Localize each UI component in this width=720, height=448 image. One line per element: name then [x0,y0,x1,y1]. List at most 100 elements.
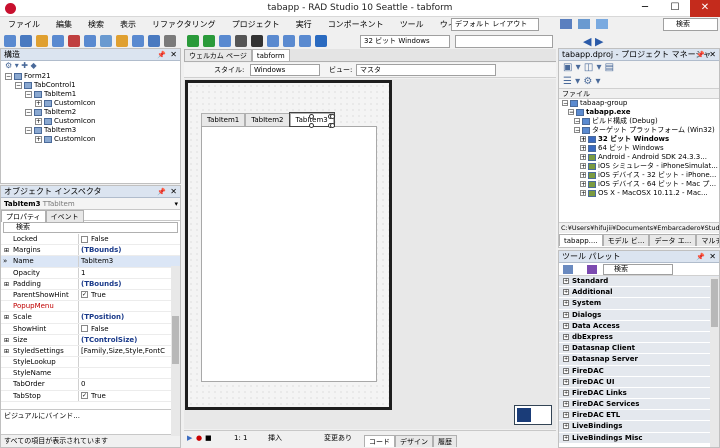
folder-icon[interactable] [36,35,48,47]
palette-category[interactable]: + FireDAC [559,365,719,377]
close-icon[interactable]: ✕ [709,251,716,263]
maximize-button[interactable]: ☐ [660,0,690,17]
expand-icon[interactable]: + [35,99,42,107]
project-tree-item[interactable]: + OS X - MacOSX 10.11.2 - Mac... [562,189,719,198]
property-row[interactable]: StyleLookup [1,357,180,369]
config-select[interactable] [455,35,553,48]
pin-icon[interactable]: 📌 [696,49,705,61]
palette-category[interactable]: + System [559,298,719,310]
tab-control[interactable]: TabItem1 TabItem2 TabItem3 [201,112,379,383]
expand-icon[interactable]: − [574,118,580,125]
expand-icon[interactable]: + [35,117,42,125]
tab-item-1[interactable]: TabItem1 [201,113,246,126]
expand-icon[interactable]: + [563,401,569,408]
property-row[interactable]: ShowHint False [1,323,180,335]
menu-item[interactable]: コンポーネント [320,17,392,32]
desktop-icon[interactable] [578,19,591,29]
stop-icon[interactable] [251,35,263,47]
project-tree-item[interactable]: − ターゲット プラットフォーム (Win32) [562,126,719,135]
platform-select[interactable]: 32 ビット Windows [360,35,450,48]
palette-category[interactable]: + Datasnap Server [559,354,719,366]
chevron-down-icon[interactable]: ▾ [174,198,178,210]
palette-category[interactable]: + dbExpress [559,331,719,344]
expand-icon[interactable]: − [25,126,32,134]
record-icon[interactable]: ● [196,431,202,446]
structure-tree-item[interactable]: − Form21 [5,72,180,81]
expand-icon[interactable]: + [580,163,586,170]
bind-visually-link[interactable]: ビジュアルにバインド... [1,409,180,421]
checkbox[interactable]: ✓ [81,291,88,299]
pin-icon[interactable]: 📌 [696,251,705,263]
project-tree-item[interactable]: + Android - Android SDK 24.3.3... [562,153,719,162]
tab-design[interactable]: デザイン [395,435,433,447]
minimap[interactable] [514,405,552,425]
save-all-icon[interactable] [68,35,80,47]
palette-category[interactable]: + Standard [559,276,719,288]
project-tab[interactable]: tabapp.... [559,234,603,246]
inspector-object-select[interactable]: TabItem3 TTabItem ▾ [1,198,180,210]
project-icon[interactable] [84,35,96,47]
menu-item[interactable]: プロジェクト [224,17,288,32]
step-icon[interactable] [219,35,231,47]
minimize-button[interactable]: ─ [630,0,660,17]
expand-icon[interactable]: ⊞ [4,279,9,289]
step-over-icon[interactable] [267,35,279,47]
expand-icon[interactable]: + [580,181,586,188]
selection-handle[interactable] [308,114,314,119]
property-row[interactable]: ParentShowHint ✓ True [1,289,180,302]
menu-item[interactable]: 実行 [288,17,320,32]
expand-icon[interactable]: + [563,278,569,284]
palette-search-input[interactable]: 検索 [603,264,673,275]
expand-icon[interactable]: + [35,135,42,143]
property-row[interactable]: TabStop ✓ True [1,390,180,402]
form-canvas[interactable]: TabItem1 TabItem2 TabItem3 [185,80,392,410]
expand-icon[interactable]: + [563,300,569,307]
expand-icon[interactable]: − [25,108,32,116]
expand-icon[interactable]: − [574,127,580,134]
expand-icon[interactable]: + [580,154,586,161]
property-row[interactable]: » Name TabItem3 [1,256,180,268]
expand-icon[interactable]: + [580,145,586,152]
expand-icon[interactable]: − [568,109,574,116]
selection-handle[interactable] [329,114,335,119]
checkbox[interactable] [81,325,88,332]
palette-category[interactable]: + LiveBindings [559,421,719,433]
expand-icon[interactable]: − [25,90,32,98]
project-tree-item[interactable]: − tabaap-group [562,99,719,108]
property-row[interactable]: PopupMenu [1,301,180,313]
close-icon[interactable]: ✕ [709,49,716,61]
expand-icon[interactable]: − [562,100,568,107]
new-icon[interactable] [4,35,16,47]
project-tab[interactable]: データ エ... [649,234,697,246]
palette-category[interactable]: + FireDAC Services [559,399,719,411]
expand-icon[interactable]: + [563,389,569,396]
structure-tree-item[interactable]: + CustomIcon [5,99,180,108]
project-tree-item[interactable]: +32 ビット Windows [562,135,719,144]
view-select[interactable]: マスタ [356,64,496,76]
expand-icon[interactable]: ⊞ [4,346,9,356]
stop-icon[interactable]: ■ [205,431,212,446]
expand-icon[interactable]: + [563,412,569,419]
project-tree-item[interactable]: +64 ビット Windows [562,144,719,153]
expand-icon[interactable]: + [563,367,569,374]
run-to-cursor-icon[interactable] [299,35,311,47]
expand-icon[interactable]: + [563,289,569,296]
property-row[interactable]: ⊞ Scale (TPosition) [1,312,180,324]
expand-icon[interactable]: + [563,378,569,385]
project-tree-item[interactable]: + iOS デバイス - 64 ビット - Mac プ... [562,180,719,189]
property-row[interactable]: ⊞ StyledSettings [Family,Size,Style,FontC [1,345,180,358]
palette-layout-icon[interactable] [563,265,573,274]
structure-tree-item[interactable]: − TabItem2 [5,108,180,117]
expand-icon[interactable]: + [563,311,569,318]
project-tab[interactable]: マルチデ... [696,234,719,246]
close-button[interactable]: ✕ [690,0,720,17]
inspector-search-input[interactable]: 検索 [3,222,178,233]
view-unit-icon[interactable] [132,35,144,47]
expand-icon[interactable]: + [563,333,569,340]
property-row[interactable]: StyleName [1,368,180,380]
checkbox[interactable] [81,235,88,243]
palette-category[interactable]: + FireDAC Links [559,387,719,400]
structure-tree-item[interactable]: + CustomIcon [5,135,180,144]
tab-properties[interactable]: プロパティ [1,210,46,222]
tab-events[interactable]: イベント [45,210,84,222]
